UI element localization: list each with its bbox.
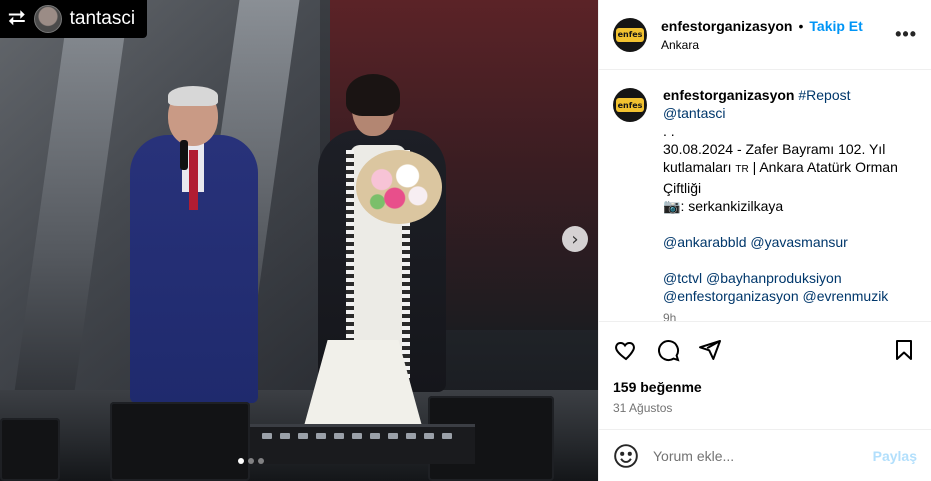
carousel-next-button[interactable]: ›	[562, 226, 588, 252]
more-icon[interactable]: •••	[895, 24, 917, 45]
hashtag-link[interactable]: #Repost	[798, 87, 850, 103]
avatar[interactable]: enfes	[613, 17, 647, 52]
mention-link[interactable]: @tantasci	[663, 104, 917, 122]
header-username[interactable]: enfestorganizasyon	[661, 18, 792, 34]
emoji-icon[interactable]	[613, 443, 639, 469]
caption-username[interactable]: enfestorganizasyon	[663, 87, 794, 103]
photo-credit: : serkankizilkaya	[680, 198, 784, 214]
location-label[interactable]: Ankara	[661, 38, 895, 52]
camera-icon: 📷	[663, 198, 681, 214]
instagram-post: ⮂ tantasci › enfes enfestorganizasyon • …	[0, 0, 931, 481]
send-icon[interactable]	[697, 337, 723, 363]
caption-section: enfes enfestorganizasyon #Repost @tantas…	[599, 70, 931, 321]
flag-icon: TR	[735, 164, 749, 175]
post-header: enfes enfestorganizasyon • Takip Et Anka…	[599, 0, 931, 70]
caption-dots: . .	[663, 123, 675, 139]
stage-console	[250, 424, 475, 464]
chevron-right-icon: ›	[571, 228, 579, 250]
carousel-dot	[258, 458, 264, 464]
separator-dot: •	[798, 17, 804, 34]
flower-bouquet	[356, 150, 442, 224]
comment-icon[interactable]	[655, 337, 681, 363]
mention-link[interactable]: @tctvl @bayhanproduksiyon @enfestorganiz…	[663, 269, 917, 305]
avatar[interactable]: enfes	[613, 88, 647, 122]
post-date: 31 Ağustos	[613, 401, 673, 415]
post-image[interactable]: ⮂ tantasci ›	[0, 0, 598, 481]
likes-count[interactable]: 159 beğenme	[599, 379, 931, 395]
post-time: 9h	[663, 311, 677, 321]
microphone	[180, 140, 188, 170]
carousel-dot	[238, 458, 244, 464]
performer-figure	[346, 74, 400, 116]
carousel-dot	[248, 458, 254, 464]
heart-icon[interactable]	[613, 337, 639, 363]
man-figure	[168, 86, 218, 106]
bookmark-icon[interactable]	[891, 337, 917, 363]
comment-input[interactable]	[653, 447, 873, 464]
post-sidebar: enfes enfestorganizasyon • Takip Et Anka…	[598, 0, 931, 481]
carousel-dots	[238, 458, 264, 464]
stage-speaker	[110, 402, 250, 481]
avatar	[33, 5, 62, 33]
stage-speaker	[0, 418, 60, 481]
action-bar	[599, 321, 931, 377]
man-figure	[189, 150, 198, 210]
mention-link[interactable]: @ankarabbld @yavasmansur	[663, 233, 917, 251]
post-comment-button[interactable]: Paylaş	[873, 448, 917, 464]
repost-overlay: ⮂ tantasci	[0, 0, 148, 38]
follow-button[interactable]: Takip Et	[809, 18, 862, 34]
comment-bar: Paylaş	[599, 429, 931, 481]
repost-username: tantasci	[69, 8, 136, 29]
repost-icon: ⮂	[8, 6, 26, 31]
